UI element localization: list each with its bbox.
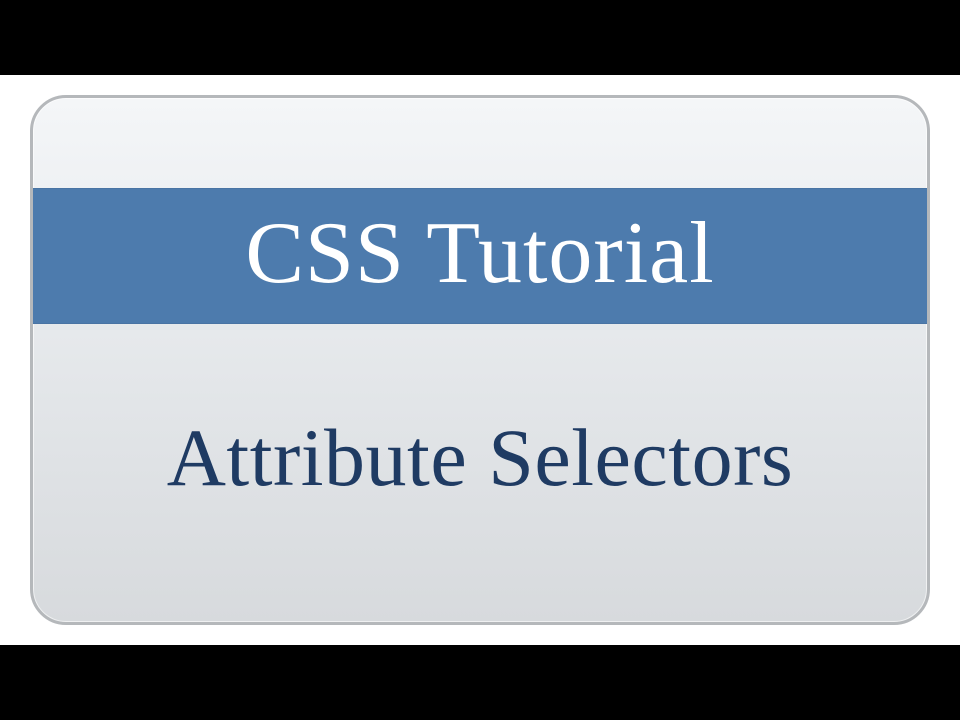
slide-subtitle: Attribute Selectors: [167, 411, 794, 505]
letterbox-frame: CSS Tutorial Attribute Selectors: [0, 0, 960, 720]
banner-title: CSS Tutorial: [33, 188, 927, 324]
slide-background: CSS Tutorial Attribute Selectors: [0, 75, 960, 645]
subtitle-container: Attribute Selectors: [33, 324, 927, 622]
slide-card: CSS Tutorial Attribute Selectors: [30, 95, 930, 625]
top-spacer: [33, 98, 927, 188]
